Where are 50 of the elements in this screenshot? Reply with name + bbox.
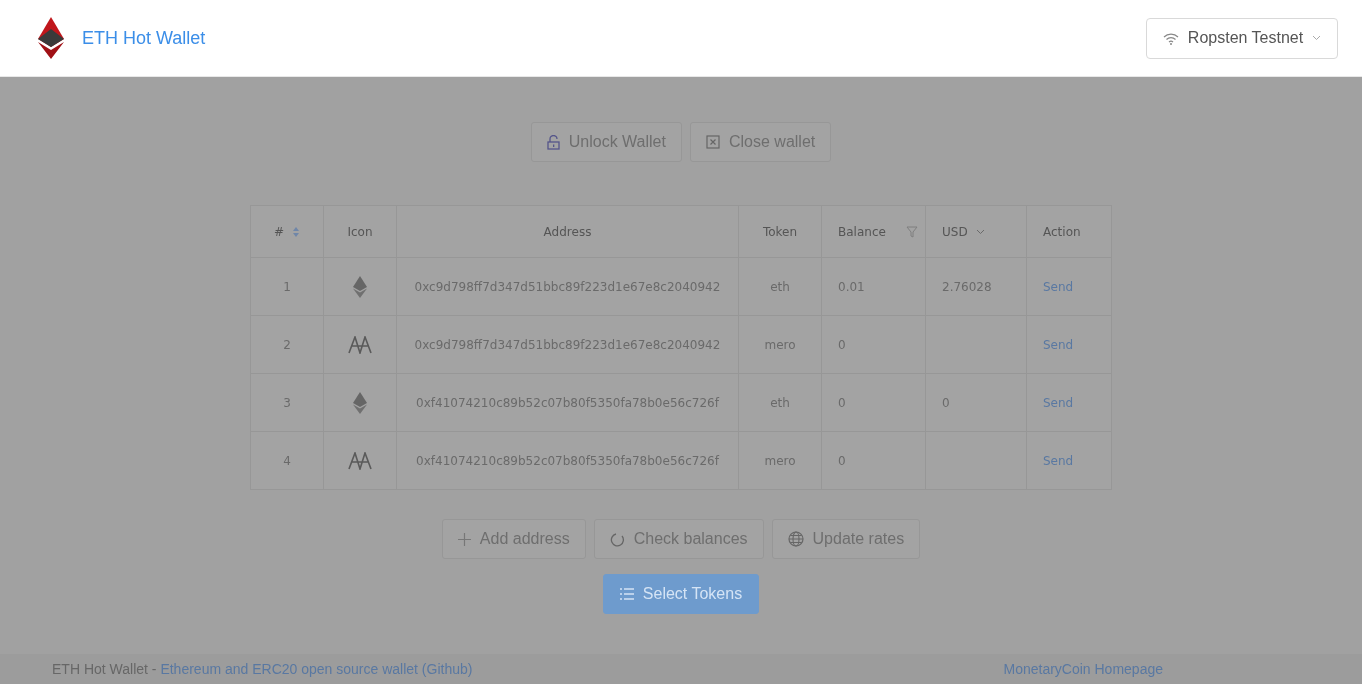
table-cell: 0xf41074210c89b52c07b80f5350fa78b0e56c726f: [416, 453, 719, 468]
table-cell: 0xc9d798ff7d347d51bbc89f223d1e67e8c2040942: [414, 279, 721, 294]
ethereum-logo-icon: [37, 17, 65, 59]
sort-icon[interactable]: [292, 225, 301, 238]
table-cell: 0.01: [838, 279, 865, 294]
list-icon: [619, 588, 634, 600]
caret-icon: [1312, 35, 1322, 41]
send-link[interactable]: Send: [1043, 395, 1074, 410]
close-icon: [705, 135, 720, 149]
wifi-icon: [1162, 31, 1179, 45]
github-link[interactable]: Ethereum and ERC20 open source wallet (Github): [160, 661, 473, 677]
table-cell: 0: [838, 453, 846, 468]
table-cell: 4: [283, 453, 291, 468]
column-header: Token: [762, 224, 798, 239]
column-header: Action: [1043, 224, 1081, 239]
globe-icon: [787, 531, 804, 547]
table-cell: 0: [838, 337, 846, 352]
column-header: Balance: [838, 224, 886, 239]
filter-icon[interactable]: [905, 225, 918, 238]
column-header: USD: [942, 224, 968, 239]
column-header: #: [273, 224, 285, 239]
plus-icon: [457, 532, 471, 546]
table-cell: 0xc9d798ff7d347d51bbc89f223d1e67e8c2040942: [414, 337, 721, 352]
table-cell: mero: [764, 337, 796, 352]
send-link[interactable]: Send: [1043, 337, 1074, 352]
table-cell: 3: [283, 395, 291, 410]
padlock-icon: [546, 134, 560, 150]
app-title[interactable]: ETH Hot Wallet: [82, 27, 206, 49]
column-header: Icon: [347, 224, 373, 239]
table-cell: 0xf41074210c89b52c07b80f5350fa78b0e56c726f: [416, 395, 719, 410]
table-cell: 0: [838, 395, 846, 410]
m-logo-icon: [348, 451, 372, 470]
column-header: Address: [543, 224, 592, 239]
table-cell: eth: [770, 279, 790, 294]
reload-icon: [609, 531, 625, 547]
diamond-icon: [353, 275, 367, 298]
table-cell: 1: [283, 279, 291, 294]
homepage-link[interactable]: MonetaryCoin Homepage: [1003, 661, 1163, 677]
send-link[interactable]: Send: [1043, 453, 1074, 468]
diamond-icon: [353, 391, 367, 414]
m-logo-icon: [348, 335, 372, 354]
table-cell: 0: [942, 395, 950, 410]
table-cell: mero: [764, 453, 796, 468]
send-link[interactable]: Send: [1043, 279, 1074, 294]
caret-icon[interactable]: [975, 228, 985, 235]
table-cell: eth: [770, 395, 790, 410]
table-cell: 2: [283, 337, 291, 352]
select-tokens-button[interactable]: Select Tokens: [602, 574, 760, 614]
network-dropdown[interactable]: Ropsten Testnet: [1146, 17, 1338, 59]
table-cell: 2.76028: [942, 279, 992, 294]
